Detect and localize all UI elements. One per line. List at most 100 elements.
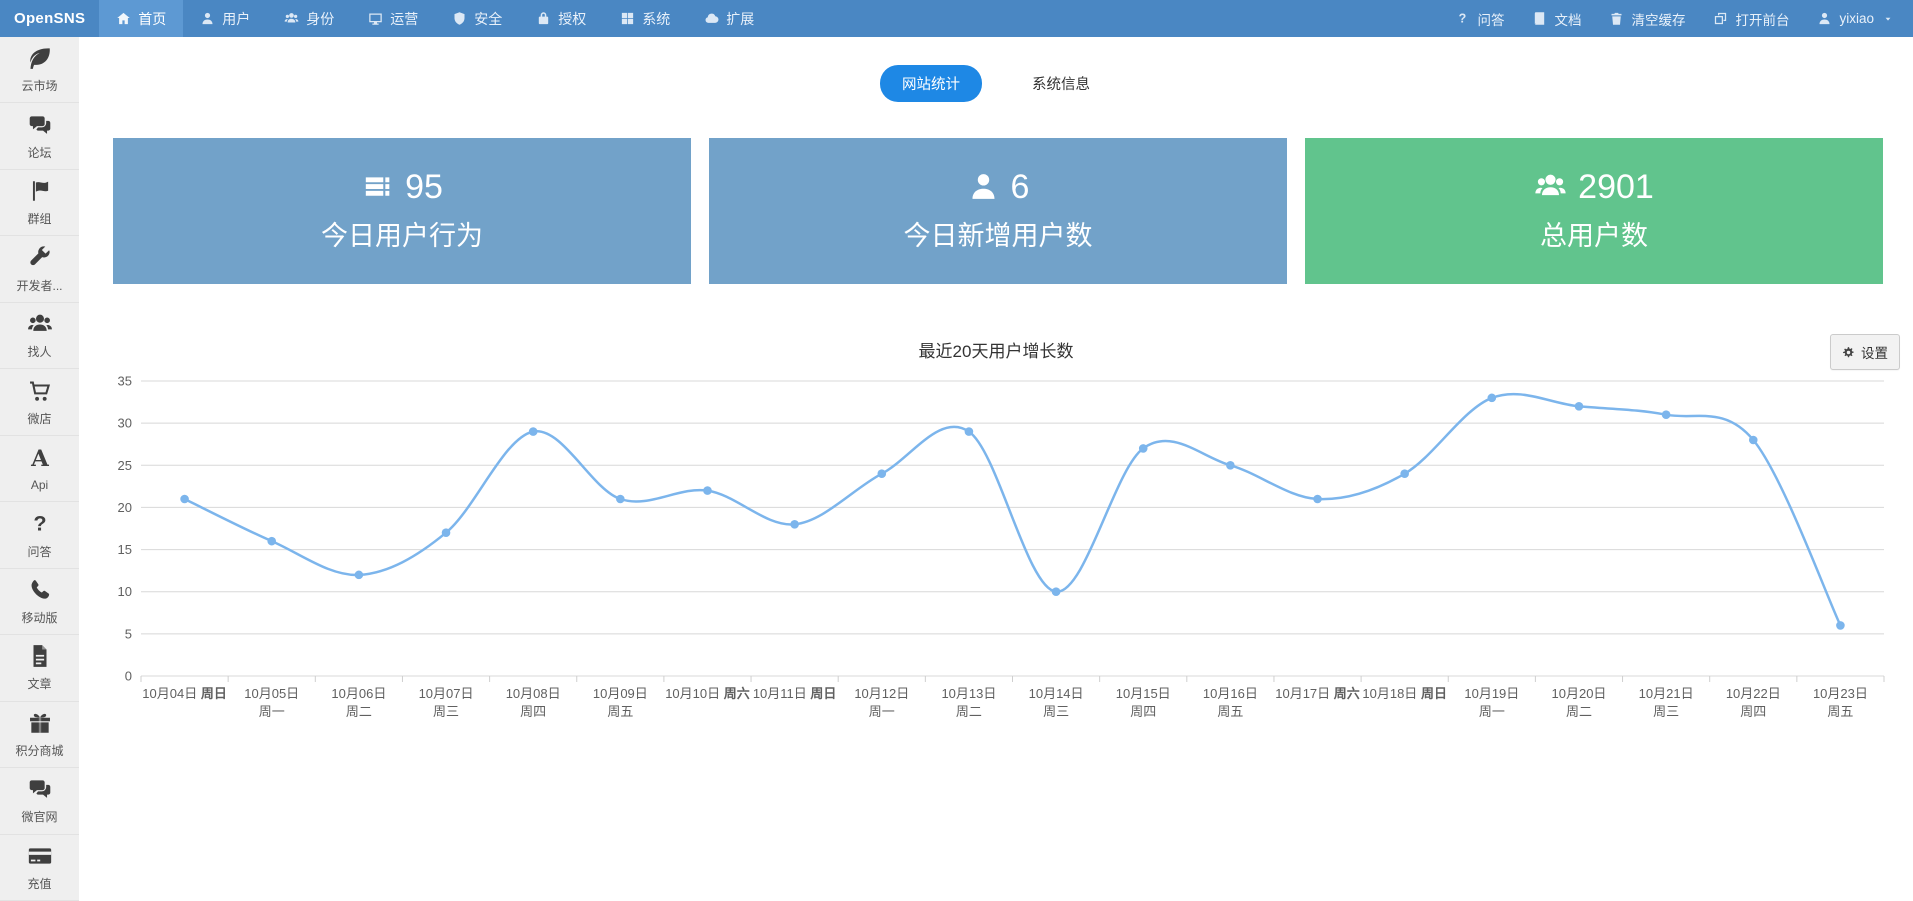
chart-axis-label: 0 [125,669,132,684]
sidebar-item-qa[interactable]: ? 问答 [0,502,79,568]
nav-item-docs[interactable]: 文档 [1518,0,1595,37]
nav-item-label: 扩展 [726,9,754,29]
data-point-marker[interactable] [1400,469,1409,478]
data-point-marker[interactable] [1749,436,1758,445]
sidebar-item-developer[interactable]: 开发者... [0,236,79,302]
nav-item-identity[interactable]: 身份 [267,0,351,37]
data-point-marker[interactable] [355,571,364,580]
brand-logo[interactable]: OpenSNS [0,0,99,37]
data-point-marker[interactable] [616,495,625,504]
chart-axis-label: 10月15日 [1116,686,1171,701]
question-icon: ? [1455,11,1470,26]
filetext-icon [27,643,53,669]
chart-axis-label: 周二 [956,704,982,719]
data-point-marker[interactable] [442,528,451,537]
data-point-marker[interactable] [965,427,974,436]
chart-axis-label: 10月23日 [1813,686,1868,701]
nav-item-system[interactable]: 系统 [603,0,687,37]
trash-icon [1609,11,1624,26]
sidebar-item-recharge[interactable]: 充值 [0,835,79,901]
cart-icon [27,378,53,404]
stat-card-label: 今日新增用户数 [904,214,1093,253]
sidebar-item-article[interactable]: 文章 [0,635,79,701]
tab-system-info[interactable]: 系统信息 [1010,65,1112,102]
nav-item-user-menu[interactable]: yixiao [1803,0,1907,37]
stat-card-value-row: 2901 [1534,170,1654,204]
sidebar-item-label: 文章 [27,675,51,692]
gift-icon [27,710,53,736]
stat-card-value: 2901 [1578,170,1654,204]
chart-axis-label: 周五 [1827,704,1853,719]
data-point-marker[interactable] [1662,410,1671,419]
svg-text:?: ? [33,511,46,536]
nav-item-extension[interactable]: 扩展 [687,0,771,37]
stats-tabs: 网站统计 系统信息 [79,37,1913,102]
utility-menu: ?问答文档清空缓存打开前台yixiao [1441,0,1913,37]
svg-text:?: ? [1459,11,1467,25]
nav-item-label: 安全 [474,9,502,29]
nav-item-open-front[interactable]: 打开前台 [1699,0,1803,37]
data-point-marker[interactable] [790,520,799,529]
data-point-marker[interactable] [1226,461,1235,470]
data-point-marker[interactable] [1052,587,1061,596]
stat-card-total-users: 2901总用户数 [1305,138,1883,284]
sidebar-item-cloud-market[interactable]: 云市场 [0,37,79,103]
data-point-marker[interactable] [529,427,538,436]
stat-card-value-row: 95 [361,170,443,204]
leaf-icon [27,45,53,71]
sidebar-item-find-people[interactable]: 找人 [0,303,79,369]
chart-axis-label: 10月20日 [1552,686,1607,701]
nav-item-security[interactable]: 安全 [435,0,519,37]
chart-axis-label: 10月22日 [1726,686,1781,701]
sidebar-item-weidian[interactable]: 微店 [0,369,79,435]
sidebar-item-label: 问答 [27,543,51,560]
stat-card-today-new-users: 6 今日新增用户数 [709,138,1287,284]
nav-item-users[interactable]: 用户 [183,0,267,37]
chart-axis-label: 15 [118,542,132,557]
sidebar-item-api[interactable]: AApi [0,436,79,502]
sidebar-item-group[interactable]: 群组 [0,170,79,236]
nav-item-qa[interactable]: ?问答 [1441,0,1518,37]
chart-axis-label: 10月16日 [1203,686,1258,701]
data-point-marker[interactable] [267,537,276,546]
nav-item-operation[interactable]: 运营 [351,0,435,37]
sidebar-item-weiguanwang[interactable]: 微官网 [0,768,79,834]
chart-axis-label: 周五 [607,704,633,719]
nav-item-home[interactable]: 首页 [99,0,183,37]
data-point-marker[interactable] [877,469,886,478]
data-point-marker[interactable] [180,495,189,504]
comments-icon [27,776,53,802]
data-point-marker[interactable] [703,486,712,495]
data-point-marker[interactable] [1313,495,1322,504]
top-navbar: OpenSNS 首页 用户身份运营 安全授权系统 扩展 ?问答文档清空缓存打开前台yi… [0,0,1913,37]
chart-axis-label: 10月08日 [506,686,561,701]
chart-axis-label: 周三 [1653,704,1679,719]
comments-icon [27,112,53,138]
data-point-marker[interactable] [1139,444,1148,453]
nav-item-authorize[interactable]: 授权 [519,0,603,37]
data-point-marker[interactable] [1836,621,1845,630]
sidebar-item-forum[interactable]: 论坛 [0,103,79,169]
stat-card-label: 今日用户行为 [321,214,483,253]
tab-site-stats[interactable]: 网站统计 [880,65,982,102]
chart-x-label: 10月17日 周六 [1275,686,1360,701]
stat-card-value-row: 6 [967,170,1030,204]
nav-item-label: 用户 [222,9,250,29]
chart-axis-label: 5 [125,626,132,641]
user-growth-line [185,394,1841,625]
chart-axis-label: 周二 [346,704,372,719]
sidebar-item-points-mall[interactable]: 积分商城 [0,702,79,768]
data-point-marker[interactable] [1575,402,1584,411]
chart-settings-button[interactable]: 设置 [1830,334,1900,370]
sidebar-item-label: 论坛 [27,144,51,161]
data-point-marker[interactable] [1488,394,1497,403]
stat-card-value: 6 [1011,170,1030,204]
sidebar-item-label: 找人 [27,343,51,360]
chart-axis-label: 10月07日 [419,686,474,701]
fontA-icon: A [27,446,53,472]
sidebar-item-label: 云市场 [21,77,57,94]
sidebar-item-label: 充值 [27,875,51,892]
sidebar-item-mobile[interactable]: 移动版 [0,569,79,635]
stat-card-today-user-behavior: 95 今日用户行为 [113,138,691,284]
nav-item-clear-cache[interactable]: 清空缓存 [1595,0,1699,37]
